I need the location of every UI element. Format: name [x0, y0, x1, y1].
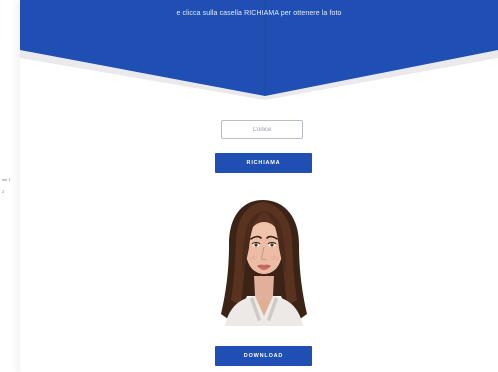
code-input[interactable]: [221, 120, 303, 139]
side-text-line-2: 2: [2, 189, 5, 194]
id-photo: [211, 196, 316, 326]
side-text-line-1: ine 1: [2, 177, 11, 182]
richiama-button[interactable]: RICHIAMA: [215, 153, 312, 173]
header-banner: e clicca sulla casella RICHIAMA per otte…: [20, 0, 498, 100]
download-button[interactable]: DOWNLOAD: [215, 346, 312, 366]
banner-instruction-text: e clicca sulla casella RICHIAMA per otte…: [176, 10, 342, 17]
portrait-image: [211, 196, 316, 326]
left-edge-panel: ine 1 2: [0, 0, 20, 372]
main-page: e clicca sulla casella RICHIAMA per otte…: [20, 0, 498, 372]
